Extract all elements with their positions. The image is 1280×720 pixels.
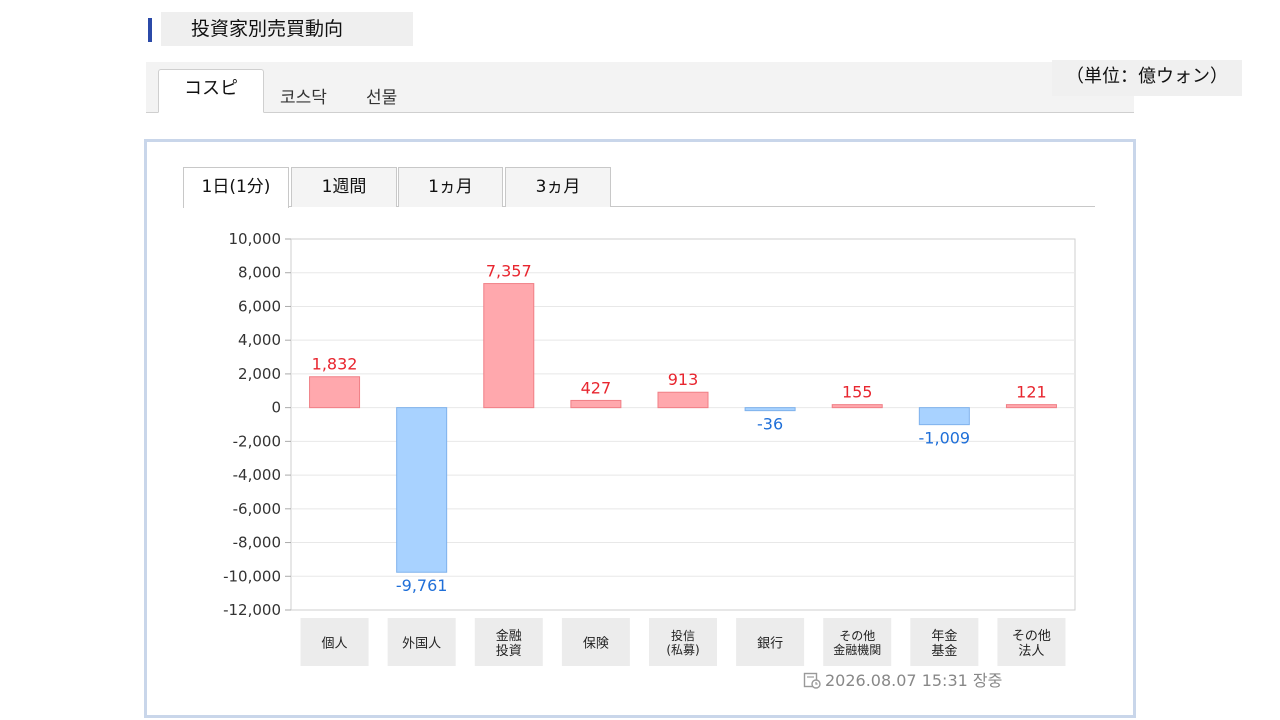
bar bbox=[657, 391, 709, 409]
bar bbox=[1005, 404, 1057, 409]
y-tick-label: -4,000 bbox=[233, 466, 281, 484]
x-tick-label: 外国人 bbox=[402, 637, 441, 652]
x-tick-label: 金融機関 bbox=[833, 642, 881, 657]
timestamp: 2026.08.07 15:31 장중 bbox=[825, 671, 1003, 690]
bar-value-label: -36 bbox=[757, 415, 783, 434]
clock-icon bbox=[803, 672, 821, 689]
bar bbox=[309, 376, 361, 409]
x-tick-label: 投資 bbox=[496, 643, 522, 659]
y-tick-label: 8,000 bbox=[238, 264, 281, 282]
y-tick-label: 6,000 bbox=[238, 297, 281, 315]
bar bbox=[483, 283, 535, 409]
y-tick-label: 4,000 bbox=[238, 331, 281, 349]
bar bbox=[918, 407, 970, 426]
bar-value-label: 427 bbox=[581, 378, 612, 397]
page-title: 投資家別売買動向 bbox=[161, 12, 413, 46]
bar-value-label: -1,009 bbox=[919, 429, 971, 448]
y-tick-label: -10,000 bbox=[223, 567, 281, 585]
unit-label: （単位：億ウォン） bbox=[1052, 60, 1242, 96]
timestamp-area: 2026.08.07 15:31 장중 bbox=[803, 667, 1002, 691]
bar-value-label: 155 bbox=[842, 383, 873, 402]
x-tick-label: 投信 bbox=[671, 628, 695, 643]
y-tick-label: -12,000 bbox=[223, 601, 281, 619]
bar-value-label: 1,832 bbox=[312, 355, 358, 374]
market-tab-bar: コスピ 코스닥 선물 bbox=[146, 62, 1134, 113]
x-tick-label: 基金 bbox=[931, 643, 957, 659]
bar bbox=[744, 407, 796, 412]
bar-value-label: 121 bbox=[1016, 383, 1047, 402]
x-tick-label: 銀行 bbox=[757, 637, 783, 652]
x-tick-label: 個人 bbox=[322, 637, 348, 652]
y-tick-label: 2,000 bbox=[238, 365, 281, 383]
bar-value-label: 7,357 bbox=[486, 262, 532, 281]
investor-bar-chart: 10,000 8,000 6,000 4,000 2,000 0 -2,000 -4,000 -… bbox=[223, 230, 1076, 666]
x-tick-label: 保険 bbox=[583, 637, 609, 652]
x-tick-label: 金融 bbox=[496, 628, 522, 644]
tab-futures[interactable]: 선물 bbox=[366, 71, 397, 113]
y-tick-label: -6,000 bbox=[233, 500, 281, 518]
x-tick-label: その他 bbox=[839, 629, 875, 643]
x-tick-label: その他 bbox=[1012, 629, 1051, 644]
y-tick-label: 0 bbox=[271, 399, 281, 417]
tab-kospi[interactable]: コスピ bbox=[158, 69, 264, 113]
bar-value-label: 913 bbox=[668, 370, 699, 389]
tab-kosdaq[interactable]: 코스닥 bbox=[280, 71, 327, 113]
bar bbox=[831, 404, 883, 409]
y-tick-label: -2,000 bbox=[233, 432, 281, 450]
bar bbox=[396, 407, 448, 573]
bar bbox=[570, 399, 622, 409]
y-tick-label: 10,000 bbox=[229, 230, 282, 248]
chart-panel: 1日(1分) 1週間 1ヵ月 3ヵ月 10,000 8,000 6,000 4,000… bbox=[144, 139, 1136, 718]
bar-value-label: -9,761 bbox=[396, 576, 448, 595]
title-accent-bar bbox=[148, 18, 152, 42]
y-tick-label: -8,000 bbox=[233, 534, 281, 552]
x-tick-label: (私募) bbox=[666, 643, 699, 657]
x-tick-label: 法人 bbox=[1018, 644, 1044, 659]
x-tick-label: 年金 bbox=[931, 628, 957, 644]
